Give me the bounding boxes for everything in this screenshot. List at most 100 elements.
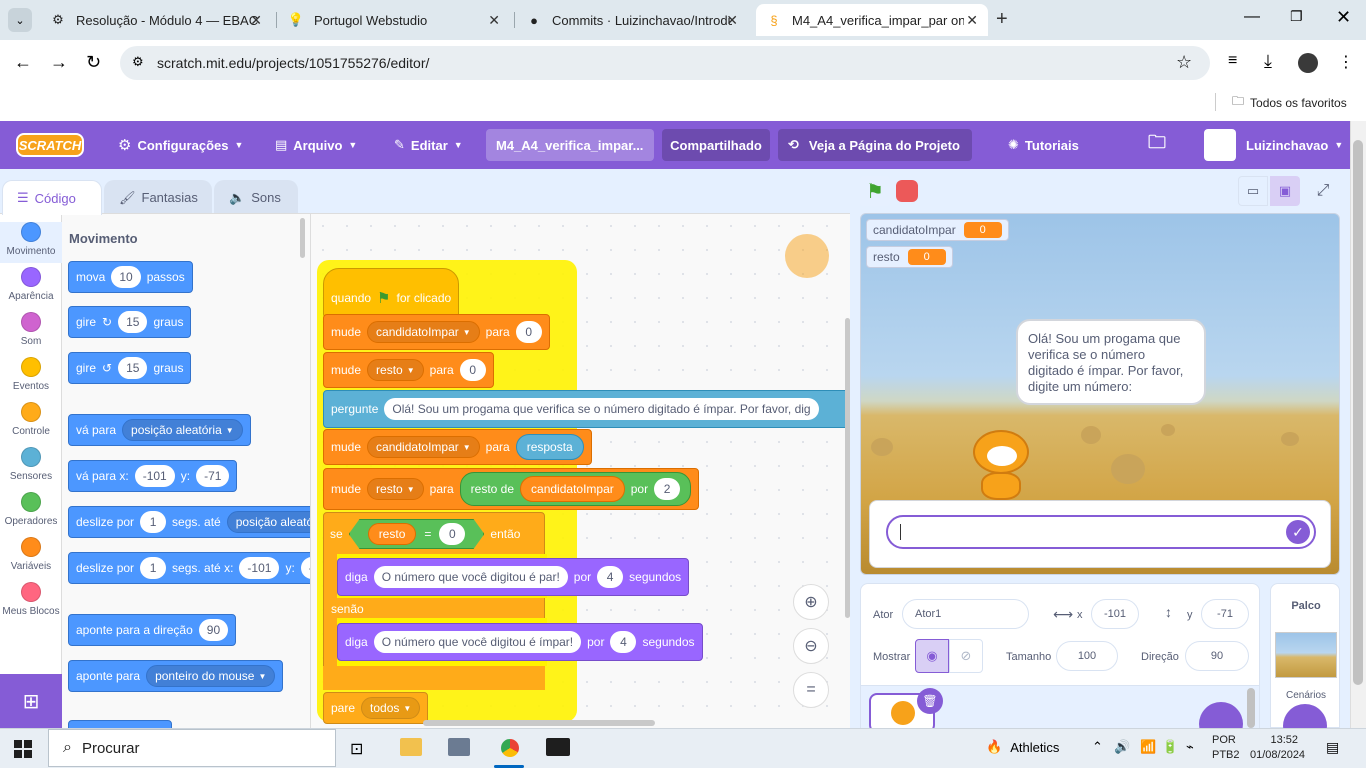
- degrees-input[interactable]: 15: [118, 311, 148, 333]
- block-say-impar[interactable]: diga O número que você digitou é ímpar! …: [337, 623, 703, 661]
- show-visible-button[interactable]: ◉: [915, 639, 949, 673]
- zoom-out-button[interactable]: ⊖: [793, 628, 829, 664]
- equals-operator[interactable]: resto = 0: [348, 519, 485, 549]
- category-operators[interactable]: Operadores: [0, 492, 62, 527]
- variable-dropdown[interactable]: resto ▼: [367, 478, 424, 500]
- block-set-candidatoimpar-answer[interactable]: mude candidatoImpar ▼ para resposta: [323, 429, 592, 465]
- y-input[interactable]: -71: [300, 557, 310, 579]
- see-project-page-button[interactable]: ⟲ Veja a Página do Projeto: [778, 129, 972, 161]
- close-window-button[interactable]: ✕: [1336, 7, 1351, 28]
- sprite-name-input[interactable]: Ator1: [902, 599, 1029, 629]
- block-goto-xy[interactable]: vá para x: -101 y: -71: [68, 460, 238, 492]
- windows-start-icon[interactable]: [14, 740, 32, 758]
- file-menu[interactable]: ▤ Arquivo ▼: [275, 121, 357, 169]
- site-info-icon[interactable]: ⚙: [132, 54, 144, 70]
- category-my-blocks[interactable]: Meus Blocos: [0, 582, 62, 617]
- menu-dots-icon[interactable]: ⋮: [1338, 52, 1354, 72]
- answer-reporter[interactable]: resposta: [515, 434, 584, 460]
- steps-input[interactable]: 10: [111, 266, 141, 288]
- file-explorer-icon[interactable]: [400, 738, 422, 756]
- block-when-flag-clicked[interactable]: quando ⚑ for clicado: [323, 268, 460, 318]
- seconds-input[interactable]: 1: [140, 557, 167, 579]
- goto-dropdown[interactable]: posição aleatória ▼: [122, 419, 243, 441]
- block-glide-xy[interactable]: deslize por 1 segs. até x: -101 y: -71: [68, 552, 310, 584]
- add-extension-button[interactable]: ⊞: [0, 674, 62, 729]
- fullscreen-button[interactable]: ⤢: [1308, 176, 1338, 206]
- wifi-icon[interactable]: 📶: [1140, 739, 1156, 755]
- app-icon[interactable]: [448, 738, 470, 756]
- new-tab-button[interactable]: +: [996, 8, 1008, 31]
- settings-menu[interactable]: ⚙ Configurações ▼: [118, 121, 243, 169]
- task-view-icon[interactable]: ⊡: [350, 739, 363, 759]
- seconds-input[interactable]: 4: [610, 631, 637, 653]
- block-partial[interactable]: [68, 720, 172, 728]
- scratch-logo[interactable]: SCRATCH: [16, 133, 84, 157]
- restore-button[interactable]: ❐: [1290, 8, 1303, 25]
- category-looks[interactable]: Aparência: [0, 267, 62, 302]
- sprite-list-scrollbar[interactable]: [1247, 688, 1255, 728]
- small-stage-button[interactable]: ▭: [1238, 176, 1268, 206]
- taskbar-search[interactable]: ⌕ Procurar: [48, 729, 336, 767]
- block-point-towards[interactable]: aponte para ponteiro do mouse ▼: [68, 660, 284, 692]
- terminal-icon[interactable]: [546, 738, 570, 756]
- my-stuff-button[interactable]: 🗀: [1148, 121, 1166, 169]
- zoom-reset-button[interactable]: =: [793, 672, 829, 708]
- language-indicator[interactable]: POR PTB2: [1212, 733, 1240, 763]
- media-icon[interactable]: ≡: [1228, 52, 1237, 70]
- block-stop[interactable]: pare todos ▼: [323, 692, 429, 724]
- x-input[interactable]: -101: [134, 465, 175, 487]
- stop-button[interactable]: [896, 180, 918, 202]
- seconds-input[interactable]: 4: [597, 566, 624, 588]
- account-menu[interactable]: Luizinchavao ▼: [1204, 121, 1343, 169]
- workspace-h-scrollbar[interactable]: [423, 720, 655, 726]
- block-move-steps[interactable]: mova 10 passos: [68, 261, 193, 293]
- block-point-direction[interactable]: aponte para a direção 90: [68, 614, 237, 646]
- palette-scrollbar[interactable]: [300, 218, 305, 258]
- block-set-resto[interactable]: mude resto ▼ para 0: [323, 352, 494, 388]
- message-input[interactable]: O número que você digitou é ímpar!: [373, 631, 582, 653]
- tutorials-menu[interactable]: ✺ Tutoriais: [1008, 121, 1079, 169]
- direction-input[interactable]: 90: [1185, 641, 1249, 671]
- download-icon[interactable]: ⤓: [1264, 51, 1272, 72]
- page-scrollbar-thumb[interactable]: [1353, 140, 1363, 685]
- close-icon[interactable]: ✕: [250, 12, 262, 29]
- x-input[interactable]: -101: [239, 557, 280, 579]
- block-set-resto-mod[interactable]: mude resto ▼ para resto de candidatoImpar…: [323, 468, 700, 510]
- delete-sprite-button[interactable]: 🗑: [917, 688, 943, 714]
- cat-sprite[interactable]: [961, 420, 1041, 500]
- message-input[interactable]: O número que você digitou é par!: [373, 566, 568, 588]
- project-title-input[interactable]: M4_A4_verifica_impar...: [486, 129, 654, 161]
- block-say-par[interactable]: diga O número que você digitou é par! po…: [337, 558, 690, 596]
- category-sound[interactable]: Som: [0, 312, 62, 347]
- category-control[interactable]: Controle: [0, 402, 62, 437]
- close-icon[interactable]: ✕: [966, 12, 978, 29]
- variable-reporter[interactable]: candidatoImpar: [520, 476, 625, 502]
- category-events[interactable]: Eventos: [0, 357, 62, 392]
- block-glide[interactable]: deslize por 1 segs. até posição aleatóri…: [68, 506, 310, 538]
- variable-reporter[interactable]: resto: [367, 523, 417, 545]
- workspace-v-scrollbar[interactable]: [845, 318, 850, 618]
- value-input[interactable]: 0: [515, 321, 542, 343]
- variable-dropdown[interactable]: candidatoImpar ▼: [367, 436, 480, 458]
- browser-tab-3[interactable]: ● Commits · Luizinchavao/Introdu ✕: [516, 4, 748, 36]
- clock[interactable]: 13:52 01/08/2024: [1250, 733, 1305, 763]
- category-variables[interactable]: Variáveis: [0, 537, 62, 572]
- glide-dropdown[interactable]: posição aleatória: [226, 511, 310, 533]
- edit-menu[interactable]: ✎ Editar ▼: [394, 121, 463, 169]
- green-flag-button[interactable]: ⚑: [860, 176, 890, 206]
- all-bookmarks[interactable]: 🗀 Todos os favoritos: [1232, 92, 1347, 113]
- block-turn-left[interactable]: gire ↺ 15 graus: [68, 352, 192, 384]
- browser-tab-4[interactable]: § M4_A4_verifica_impar_par on Sc ✕: [756, 4, 988, 36]
- browser-tab-1[interactable]: ⚙ Resolução - Módulo 4 — EBAC ✕: [40, 4, 272, 36]
- block-ask[interactable]: pergunte Olá! Sou um progama que verific…: [323, 390, 850, 428]
- battery-icon[interactable]: 🔋: [1162, 739, 1178, 755]
- variable-dropdown[interactable]: resto ▼: [367, 359, 424, 381]
- large-stage-button[interactable]: ▣: [1270, 176, 1300, 206]
- value-input[interactable]: 0: [439, 523, 466, 545]
- zoom-in-button[interactable]: ⊕: [793, 584, 829, 620]
- close-icon[interactable]: ✕: [726, 12, 738, 29]
- backdrop-thumbnail[interactable]: [1275, 632, 1337, 678]
- shared-button[interactable]: Compartilhado: [662, 129, 770, 161]
- direction-input[interactable]: 90: [198, 619, 229, 641]
- tab-search-button[interactable]: ⌄: [8, 8, 32, 32]
